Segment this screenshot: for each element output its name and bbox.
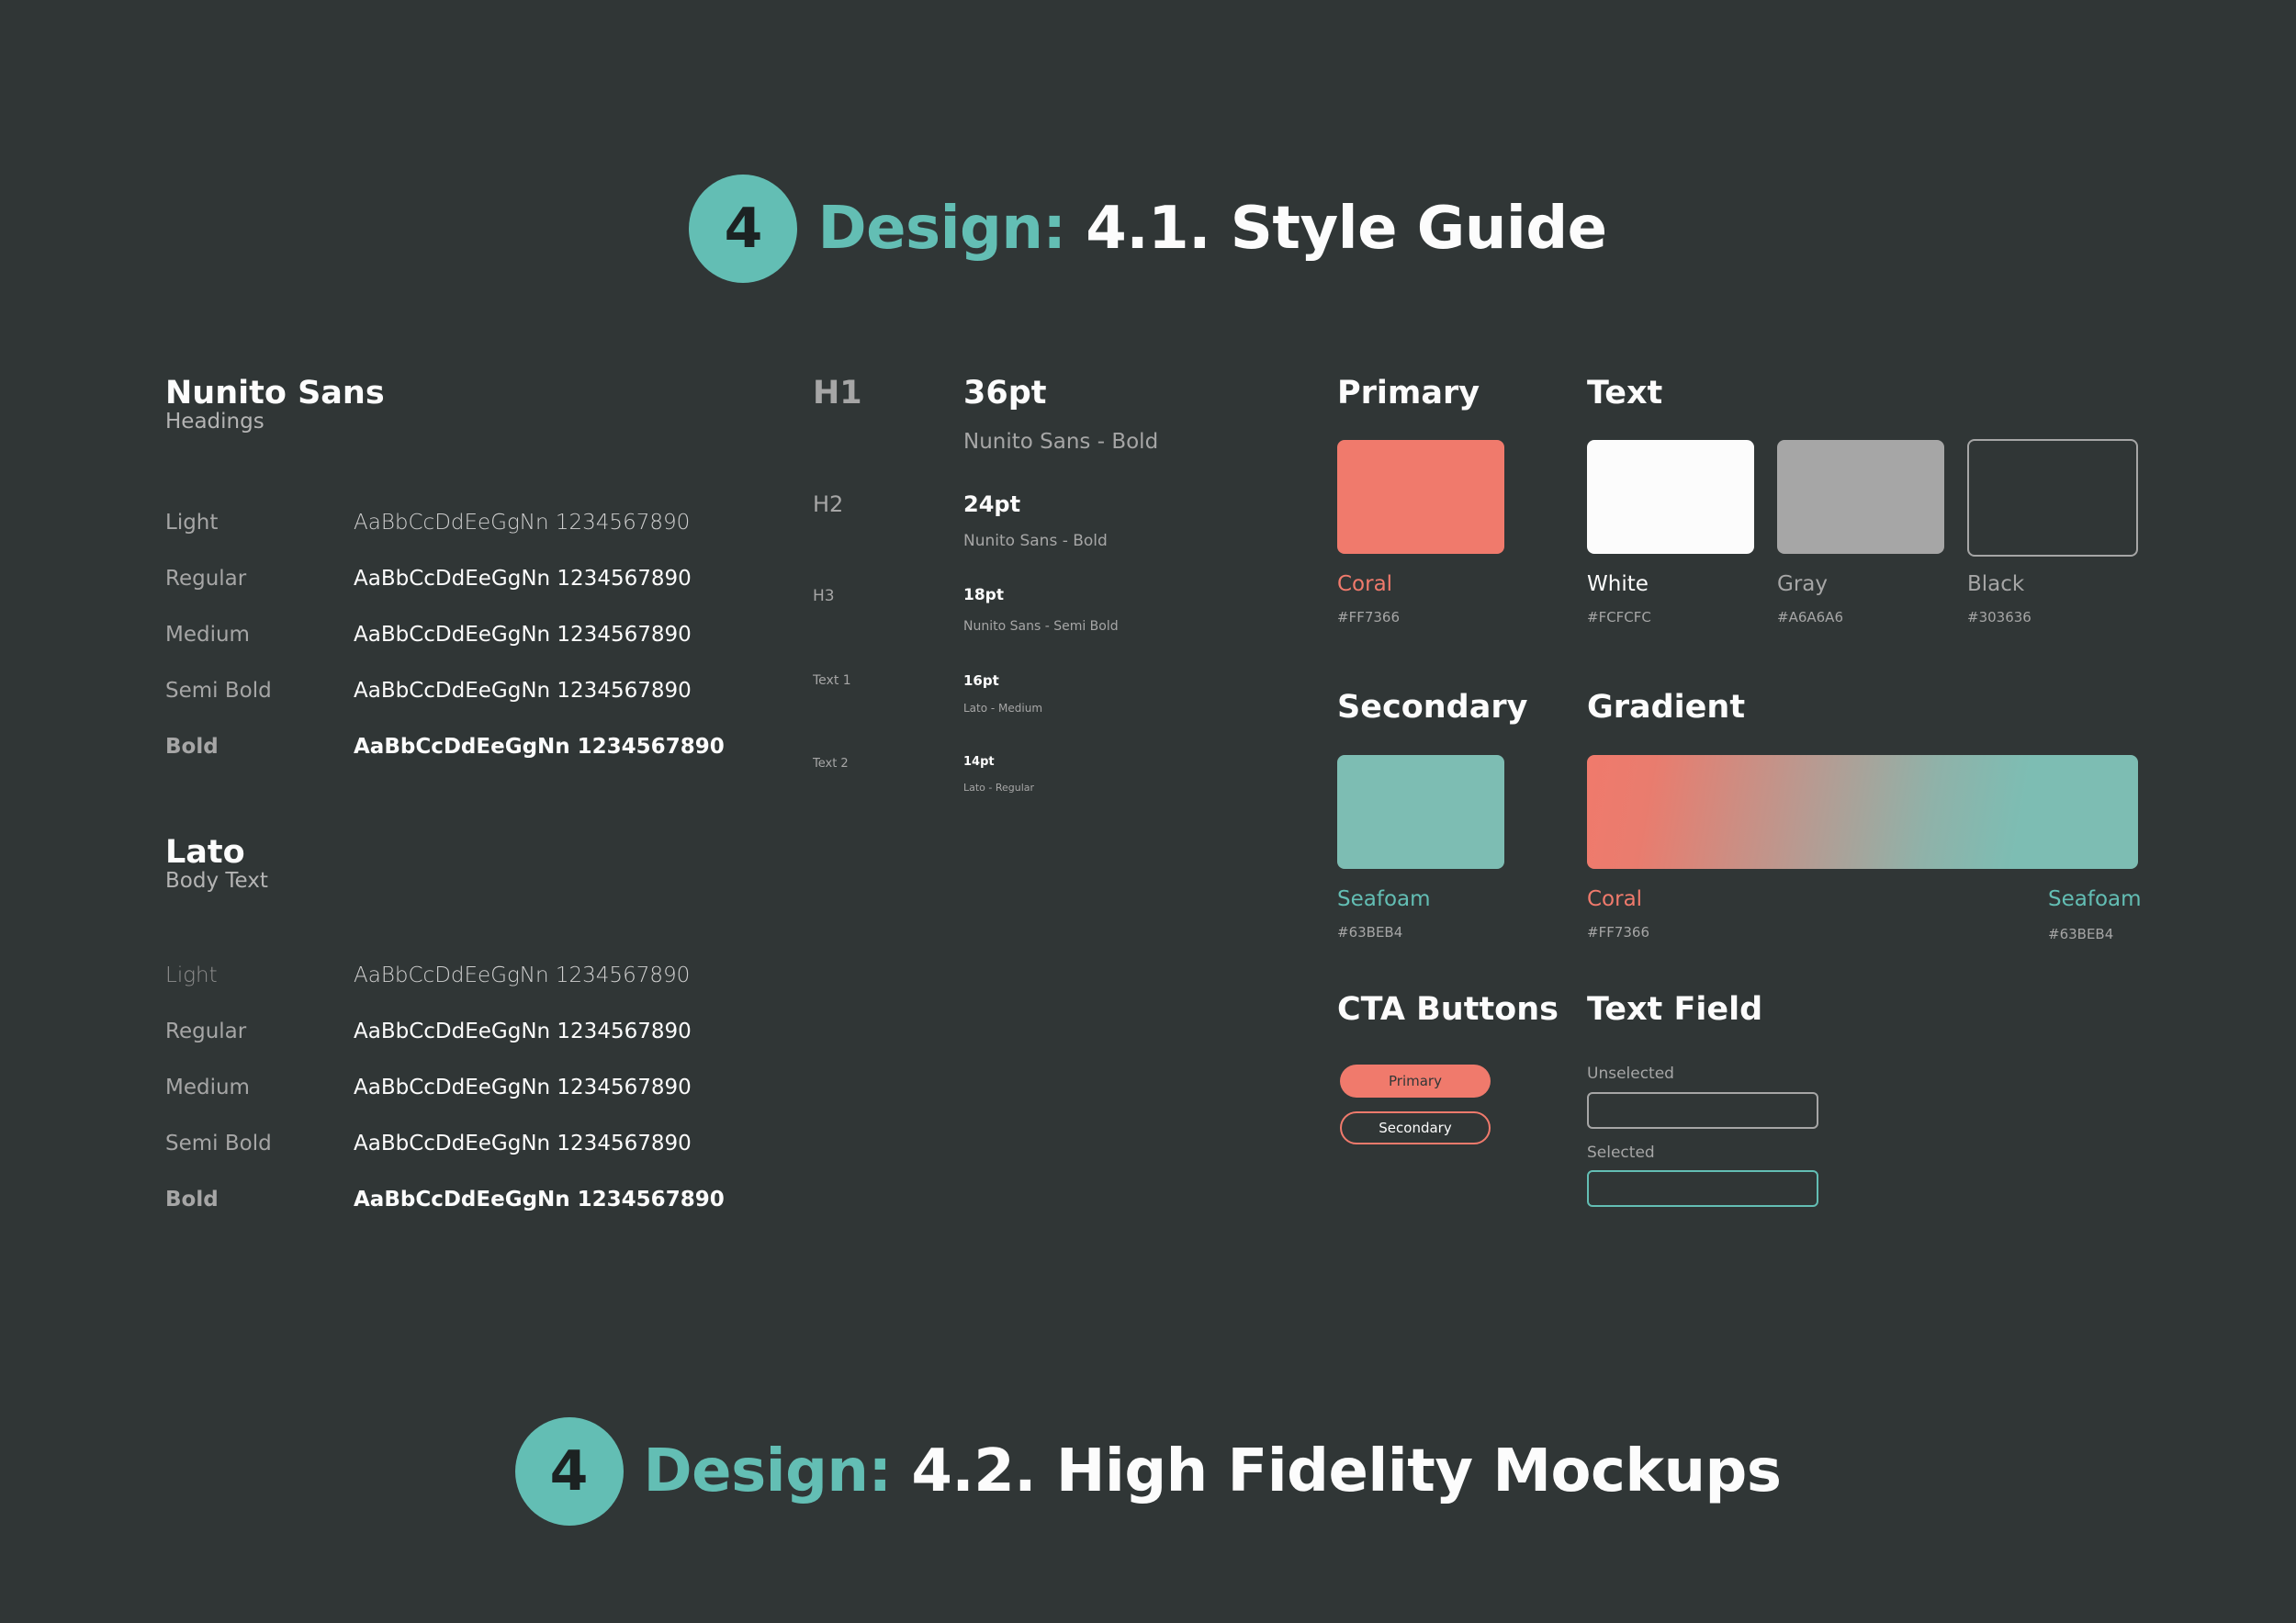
weight-sample: AaBbCcDdEeGgNn 1234567890 bbox=[354, 1132, 692, 1155]
scale-font-text1: Lato - Medium bbox=[963, 702, 1043, 715]
palette-primary-title: Primary bbox=[1337, 375, 1480, 411]
gradient-start-name: Coral bbox=[1587, 887, 1643, 911]
scale-size-text2: 14pt bbox=[963, 755, 995, 769]
selected-text-field[interactable] bbox=[1587, 1170, 1818, 1207]
weight-sample: AaBbCcDdEeGgNn 1234567890 bbox=[354, 567, 692, 591]
swatch-hex: #A6A6A6 bbox=[1777, 609, 1843, 626]
gradient-end-hex: #63BEB4 bbox=[2048, 926, 2114, 942]
weight-sample: AaBbCcDdEeGgNn 1234567890 bbox=[354, 1020, 692, 1043]
weight-label: Bold bbox=[165, 1188, 219, 1212]
swatch-gradient bbox=[1587, 755, 2138, 869]
font-family-name: Nunito Sans bbox=[165, 375, 385, 411]
weight-row: Medium AaBbCcDdEeGgNn 1234567890 bbox=[165, 623, 753, 679]
section-number-badge: 4 bbox=[514, 1417, 624, 1526]
weight-label: Medium bbox=[165, 1076, 250, 1099]
swatch-white bbox=[1587, 440, 1754, 554]
cta-title: CTA Buttons bbox=[1337, 991, 1559, 1028]
weight-sample: AaBbCcDdEeGgNn 1234567890 bbox=[354, 623, 692, 647]
swatch-hex: #FCFCFC bbox=[1587, 609, 1651, 626]
swatch-name: Black bbox=[1967, 572, 2025, 596]
weight-row: Light AaBbCcDdEeGgNn 1234567890 bbox=[165, 511, 753, 567]
weight-row: Regular AaBbCcDdEeGgNn 1234567890 bbox=[165, 567, 753, 623]
unselected-text-field[interactable] bbox=[1587, 1092, 1818, 1129]
font-family-name: Lato bbox=[165, 834, 245, 871]
weight-label: Bold bbox=[165, 735, 219, 759]
swatch-black bbox=[1967, 439, 2138, 557]
weight-sample: AaBbCcDdEeGgNn 1234567890 bbox=[354, 735, 725, 759]
weight-row: Semi Bold AaBbCcDdEeGgNn 1234567890 bbox=[165, 1132, 753, 1188]
weight-sample: AaBbCcDdEeGgNn 1234567890 bbox=[354, 964, 691, 987]
weight-label: Light bbox=[165, 964, 218, 987]
secondary-button[interactable]: Secondary bbox=[1340, 1111, 1491, 1144]
swatch-name: Coral bbox=[1337, 572, 1393, 596]
weight-label: Regular bbox=[165, 1020, 247, 1043]
font-weights-nunito: Light AaBbCcDdEeGgNn 1234567890 Regular … bbox=[165, 511, 753, 791]
palette-secondary-title: Secondary bbox=[1337, 689, 1528, 726]
scale-font-h3: Nunito Sans - Semi Bold bbox=[963, 619, 1119, 634]
font-specimen-nunito: Nunito Sans Headings bbox=[165, 375, 385, 434]
section-title-text: 4.2. High Fidelity Mockups bbox=[911, 1437, 1782, 1505]
scale-size-h1: 36pt bbox=[963, 375, 1047, 411]
selected-label: Selected bbox=[1587, 1144, 1655, 1162]
palette-text-title: Text bbox=[1587, 375, 1663, 411]
weight-row: Medium AaBbCcDdEeGgNn 1234567890 bbox=[165, 1076, 753, 1132]
weight-label: Medium bbox=[165, 623, 250, 647]
weight-sample: AaBbCcDdEeGgNn 1234567890 bbox=[354, 679, 692, 703]
swatch-gray bbox=[1777, 440, 1944, 554]
weight-label: Regular bbox=[165, 567, 247, 591]
font-specimen-lato: Lato Body Text bbox=[165, 834, 268, 893]
scale-size-h2: 24pt bbox=[963, 491, 1021, 517]
primary-button[interactable]: Primary bbox=[1340, 1065, 1491, 1098]
weight-label: Light bbox=[165, 511, 219, 535]
section-title-accent: Design: bbox=[643, 1437, 893, 1505]
weight-row: Semi Bold AaBbCcDdEeGgNn 1234567890 bbox=[165, 679, 753, 735]
section-title-style-guide: 4 Design: 4.1. Style Guide bbox=[0, 175, 2296, 283]
swatch-name: Seafoam bbox=[1337, 887, 1431, 911]
scale-font-h2: Nunito Sans - Bold bbox=[963, 532, 1108, 550]
weight-label: Semi Bold bbox=[165, 1132, 272, 1155]
swatch-name: White bbox=[1587, 572, 1649, 596]
weight-sample: AaBbCcDdEeGgNn 1234567890 bbox=[354, 511, 691, 535]
unselected-label: Unselected bbox=[1587, 1065, 1674, 1083]
weight-label: Semi Bold bbox=[165, 679, 272, 703]
swatch-hex: #FF7366 bbox=[1337, 609, 1400, 626]
scale-level-text2: Text 2 bbox=[813, 757, 849, 771]
text-field-title: Text Field bbox=[1587, 991, 1763, 1028]
weight-sample: AaBbCcDdEeGgNn 1234567890 bbox=[354, 1076, 692, 1099]
scale-size-text1: 16pt bbox=[963, 672, 999, 689]
section-number-badge: 4 bbox=[689, 175, 798, 283]
weight-row: Bold AaBbCcDdEeGgNn 1234567890 bbox=[165, 1188, 753, 1244]
scale-level-text1: Text 1 bbox=[813, 673, 851, 688]
scale-font-text2: Lato - Regular bbox=[963, 782, 1035, 794]
palette-gradient-title: Gradient bbox=[1587, 689, 1746, 726]
gradient-start-hex: #FF7366 bbox=[1587, 924, 1649, 941]
weight-sample: AaBbCcDdEeGgNn 1234567890 bbox=[354, 1188, 725, 1212]
weight-row: Regular AaBbCcDdEeGgNn 1234567890 bbox=[165, 1020, 753, 1076]
swatch-name: Gray bbox=[1777, 572, 1828, 596]
section-title-mockups: 4 Design: 4.2. High Fidelity Mockups bbox=[0, 1417, 2296, 1526]
swatch-hex: #303636 bbox=[1967, 609, 2032, 626]
font-family-role: Body Text bbox=[165, 869, 268, 893]
font-family-role: Headings bbox=[165, 410, 264, 434]
section-title-text: 4.1. Style Guide bbox=[1086, 195, 1607, 263]
scale-font-h1: Nunito Sans - Bold bbox=[963, 430, 1159, 454]
swatch-coral bbox=[1337, 440, 1504, 554]
weight-row: Bold AaBbCcDdEeGgNn 1234567890 bbox=[165, 735, 753, 791]
section-title-accent: Design: bbox=[817, 195, 1066, 263]
scale-level-h3: H3 bbox=[813, 587, 835, 605]
scale-size-h3: 18pt bbox=[963, 586, 1004, 604]
gradient-end-name: Seafoam bbox=[2048, 887, 2142, 911]
scale-level-h2: H2 bbox=[813, 491, 844, 517]
font-weights-lato: Light AaBbCcDdEeGgNn 1234567890 Regular … bbox=[165, 964, 753, 1244]
swatch-hex: #63BEB4 bbox=[1337, 924, 1403, 941]
scale-level-h1: H1 bbox=[813, 375, 862, 411]
weight-row: Light AaBbCcDdEeGgNn 1234567890 bbox=[165, 964, 753, 1020]
swatch-seafoam bbox=[1337, 755, 1504, 869]
